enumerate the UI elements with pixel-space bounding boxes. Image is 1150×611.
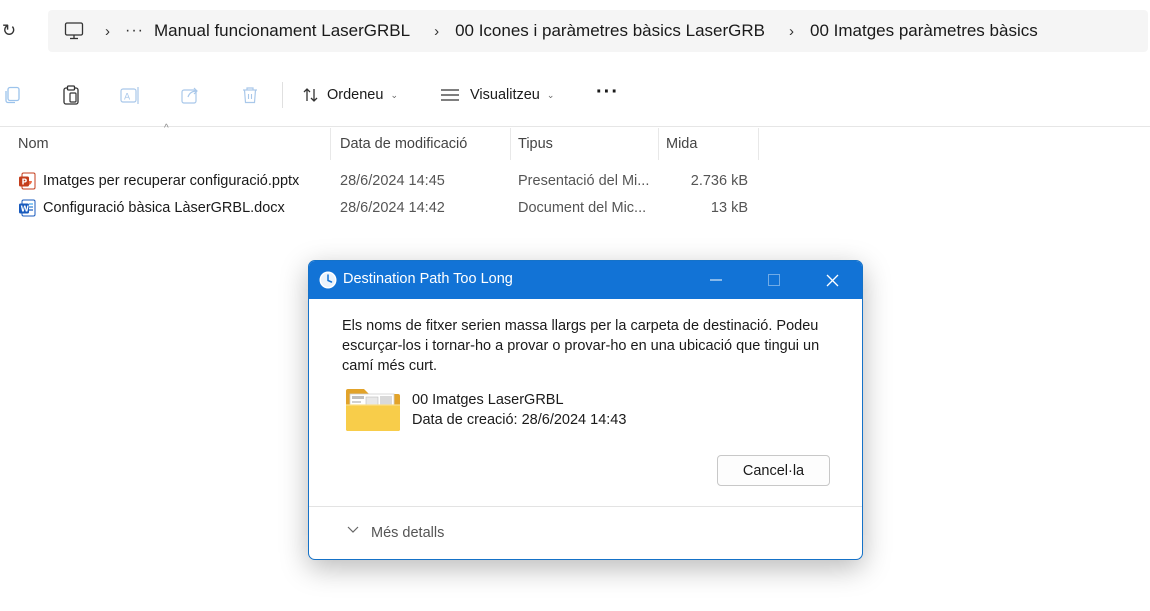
breadcrumb-item[interactable]: Manual funcionament LaserGRBL xyxy=(154,21,410,41)
dialog-divider xyxy=(309,506,862,507)
chevron-down-icon: ⌄ xyxy=(546,89,555,100)
command-divider xyxy=(282,82,283,108)
chevron-down-icon: ⌄ xyxy=(390,89,398,100)
column-header-size[interactable]: Mida xyxy=(666,128,697,160)
view-icon xyxy=(441,89,459,101)
more-options-button[interactable]: ··· xyxy=(596,82,619,107)
folder-icon xyxy=(346,389,400,431)
breadcrumb-chevron[interactable]: › xyxy=(105,23,110,40)
folder-name: 00 Imatges LaserGRBL xyxy=(412,392,564,408)
breadcrumb-chevron[interactable]: › xyxy=(434,23,439,40)
share-icon[interactable] xyxy=(177,82,203,108)
file-name: Configuració bàsica LàserGRBL.docx xyxy=(43,200,285,216)
folder-creation-date: Data de creació: 28/6/2024 14:43 xyxy=(412,412,627,428)
powerpoint-file-icon: P xyxy=(19,172,36,190)
destination-path-too-long-dialog: Destination Path Too Long Els noms de fi… xyxy=(308,260,863,560)
view-button[interactable]: Visualitzeu ⌄ xyxy=(440,83,554,107)
dialog-message: Els noms de fitxer serien massa llargs p… xyxy=(342,318,820,374)
file-row[interactable]: W Configuració bàsica LàserGRBL.docx 28/… xyxy=(0,197,760,221)
sort-label: Ordeneu xyxy=(327,87,384,103)
rename-icon[interactable]: A xyxy=(117,82,143,108)
copy-icon[interactable] xyxy=(0,82,26,108)
more-details-toggle[interactable]: Més detalls xyxy=(371,525,444,541)
word-file-icon: W xyxy=(19,199,36,217)
breadcrumb-item-current[interactable]: 00 Imatges paràmetres bàsics xyxy=(810,21,1038,41)
sort-icon xyxy=(303,88,318,102)
svg-text:W: W xyxy=(21,205,30,214)
file-date: 28/6/2024 14:45 xyxy=(340,173,445,189)
close-button[interactable] xyxy=(803,261,861,299)
address-bar[interactable]: › ··· Manual funcionament LaserGRBL › 00… xyxy=(48,10,1148,52)
sort-button[interactable]: Ordeneu ⌄ xyxy=(302,83,398,107)
computer-icon[interactable] xyxy=(64,21,84,41)
file-name: Imatges per recuperar configuració.pptx xyxy=(43,173,300,189)
file-date: 28/6/2024 14:42 xyxy=(340,200,445,216)
column-header-type[interactable]: Tipus xyxy=(518,128,553,160)
column-divider[interactable] xyxy=(658,128,659,160)
sort-ascending-icon: ^ xyxy=(164,123,169,134)
column-divider[interactable] xyxy=(330,128,331,160)
svg-text:A: A xyxy=(124,93,131,103)
close-icon xyxy=(826,274,838,286)
column-divider[interactable] xyxy=(758,128,759,160)
command-bar-separator xyxy=(0,126,1150,127)
maximize-button[interactable] xyxy=(745,261,803,299)
column-divider[interactable] xyxy=(510,128,511,160)
maximize-icon xyxy=(768,274,780,286)
delete-icon[interactable] xyxy=(237,82,263,108)
column-header-name[interactable]: Nom xyxy=(18,128,49,160)
command-bar: A Ordeneu ⌄ Visualitzeu ⌄ ··· xyxy=(0,66,1150,124)
cancel-button[interactable]: Cancel·la xyxy=(717,455,830,486)
paste-icon[interactable] xyxy=(58,82,84,108)
column-header-row: ^ Nom Data de modificació Tipus Mida xyxy=(0,123,760,160)
breadcrumb-overflow-button[interactable]: ··· xyxy=(125,22,144,40)
dialog-title: Destination Path Too Long xyxy=(343,271,513,287)
file-size: 13 kB xyxy=(710,200,748,216)
refresh-icon[interactable]: ↻ xyxy=(0,19,18,43)
file-size: 2.736 kB xyxy=(690,173,748,189)
minimize-button[interactable] xyxy=(687,261,745,299)
breadcrumb-item[interactable]: 00 Icones i paràmetres bàsics LaserGRB xyxy=(455,21,765,41)
file-row[interactable]: P Imatges per recuperar configuració.ppt… xyxy=(0,170,760,194)
view-label: Visualitzeu xyxy=(470,87,540,103)
dialog-title-bar[interactable]: Destination Path Too Long xyxy=(309,261,862,299)
chevron-down-icon[interactable] xyxy=(347,526,359,537)
column-header-date[interactable]: Data de modificació xyxy=(340,128,467,160)
svg-text:P: P xyxy=(22,178,28,187)
breadcrumb-chevron[interactable]: › xyxy=(789,23,794,40)
clock-icon xyxy=(319,271,337,289)
minimize-icon xyxy=(710,279,722,281)
file-type: Presentació del Mi... xyxy=(518,173,650,189)
file-type: Document del Mic... xyxy=(518,200,647,216)
